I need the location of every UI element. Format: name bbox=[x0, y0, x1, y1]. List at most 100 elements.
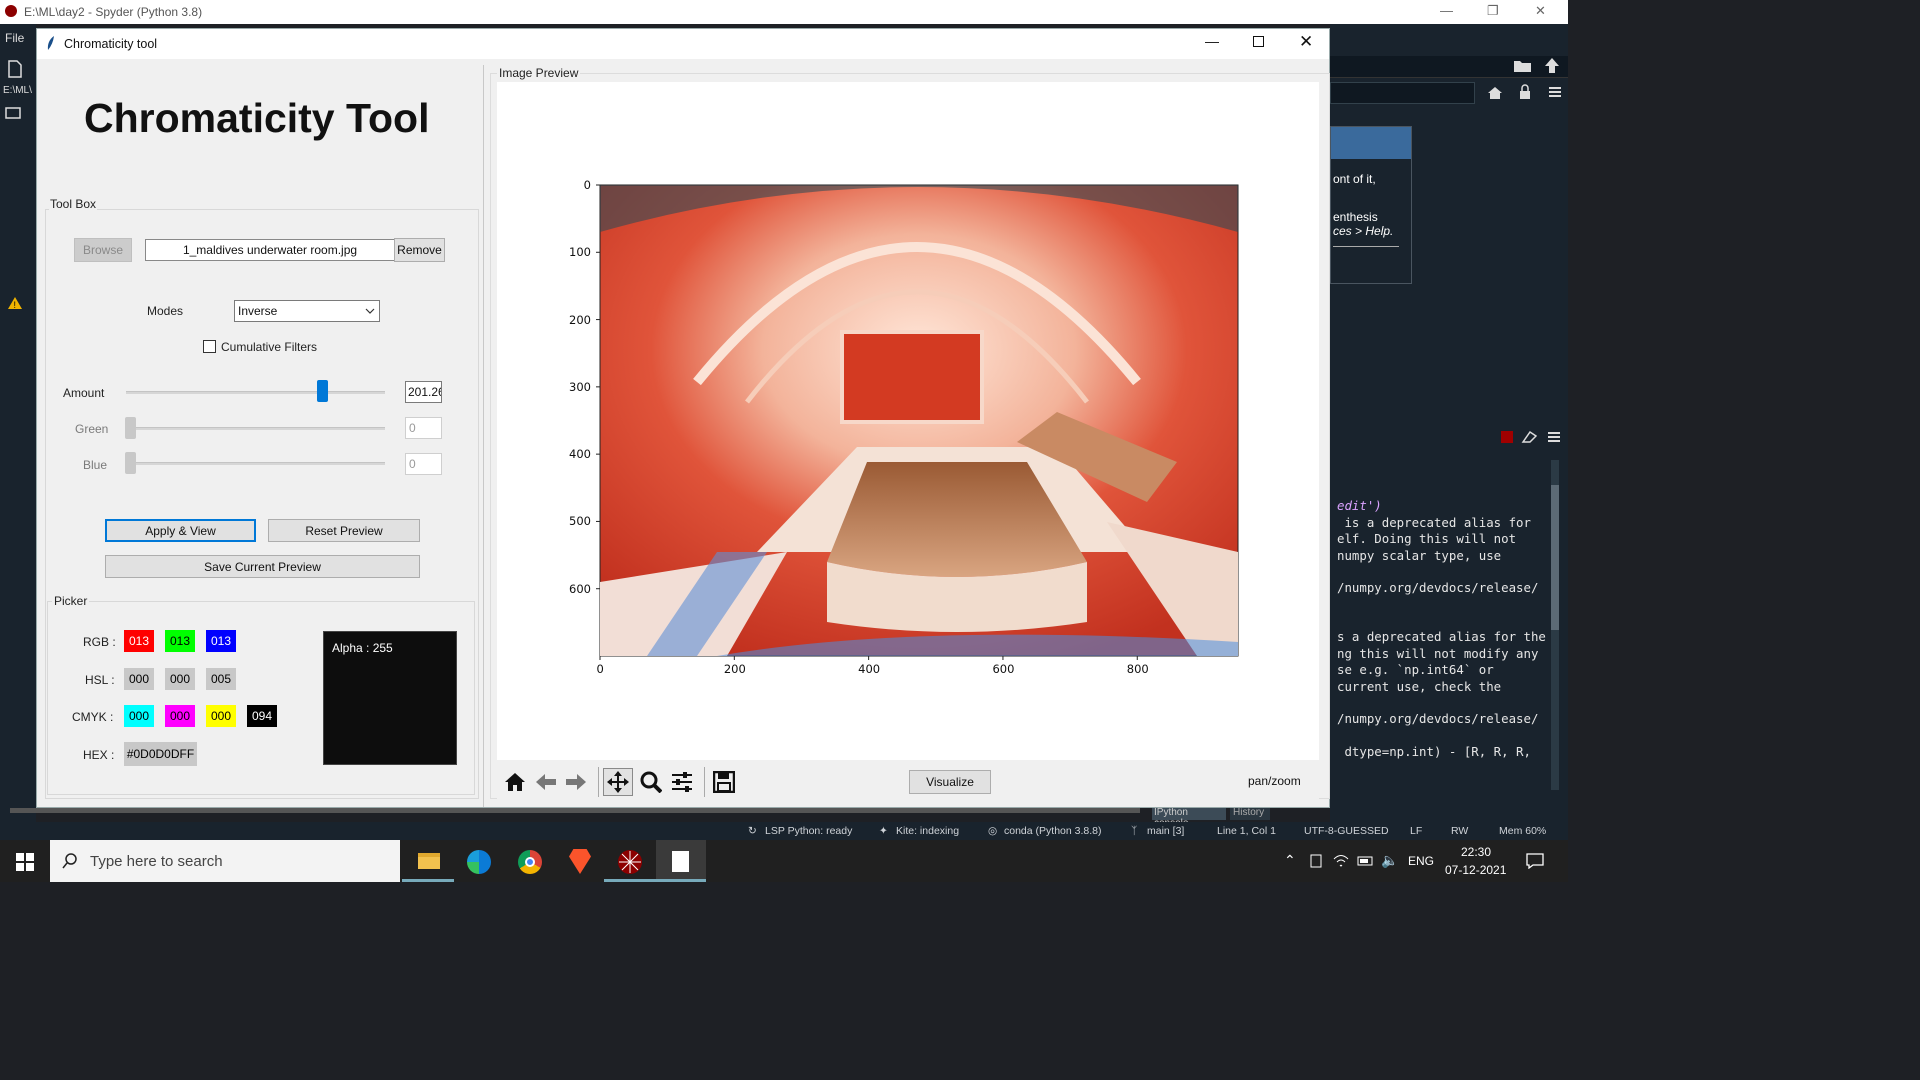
preview-image bbox=[596, 184, 1239, 660]
file-explorer-icon[interactable] bbox=[418, 853, 440, 869]
status-encoding: UTF-8-GUESSED bbox=[1304, 825, 1389, 837]
browse-button[interactable]: Browse bbox=[74, 238, 132, 262]
modes-select[interactable]: Inverse bbox=[234, 300, 380, 322]
lock-icon[interactable] bbox=[1518, 84, 1532, 100]
y-axis bbox=[596, 184, 600, 590]
folder-icon[interactable] bbox=[5, 107, 21, 119]
home-icon[interactable] bbox=[1487, 86, 1503, 100]
tool-titlebar: Chromaticity tool — ✕ bbox=[37, 29, 1329, 59]
language-indicator[interactable]: ENG bbox=[1408, 854, 1434, 868]
apply-view-button[interactable]: Apply & View bbox=[105, 519, 256, 542]
y-tick-label: 300 bbox=[569, 379, 591, 394]
green-label: Green bbox=[75, 422, 109, 436]
save-figure-icon[interactable] bbox=[709, 768, 739, 796]
menu-file[interactable]: File bbox=[5, 31, 24, 45]
modes-selected-value: Inverse bbox=[238, 304, 278, 318]
search-icon bbox=[62, 853, 77, 869]
chrome-icon[interactable] bbox=[518, 850, 542, 874]
status-kite: Kite: indexing bbox=[896, 825, 960, 837]
clock-time[interactable]: 22:30 bbox=[1461, 845, 1491, 859]
stop-icon[interactable] bbox=[1500, 430, 1514, 444]
plot-canvas[interactable] bbox=[497, 82, 1319, 760]
status-lsp-icon: ↻ bbox=[748, 825, 757, 837]
windows-start-icon[interactable] bbox=[16, 853, 34, 871]
tray-app-icon[interactable] bbox=[1309, 854, 1323, 868]
console-line-10: /numpy.org/devdocs/release/ bbox=[1337, 711, 1539, 726]
console-line-11: dtype=np.int) - [R, R, R, bbox=[1337, 744, 1531, 759]
battery-icon[interactable] bbox=[1357, 856, 1375, 866]
wifi-icon[interactable] bbox=[1333, 854, 1349, 868]
spyder-menubar: File bbox=[0, 24, 36, 52]
tool-minimize-button[interactable]: — bbox=[1205, 33, 1219, 49]
spyder-restore-button[interactable]: ❐ bbox=[1487, 3, 1499, 19]
console-line-1: edit') bbox=[1337, 498, 1382, 513]
color-preview-swatch: Alpha : 255 bbox=[323, 631, 457, 765]
pan-icon[interactable] bbox=[603, 768, 633, 796]
console-line-6: s a deprecated alias for the bbox=[1337, 629, 1546, 644]
reset-preview-button[interactable]: Reset Preview bbox=[268, 519, 420, 542]
brave-icon[interactable] bbox=[569, 849, 591, 874]
console-line-3: elf. Doing this will not bbox=[1337, 531, 1517, 546]
console-menu-icon[interactable] bbox=[1547, 431, 1561, 443]
cmyk-label: CMYK : bbox=[72, 710, 114, 724]
tab-ipython-console[interactable]: IPython console bbox=[1152, 806, 1226, 829]
green-slider-handle[interactable] bbox=[125, 417, 136, 439]
hex-value: #0D0D0DFF bbox=[124, 742, 197, 766]
save-preview-button[interactable]: Save Current Preview bbox=[105, 555, 420, 578]
volume-icon[interactable]: 🔈 bbox=[1381, 852, 1398, 869]
spyder-close-button[interactable]: ✕ bbox=[1535, 3, 1546, 19]
chromaticity-tool-window: Chromaticity tool — ✕ Chromaticity Tool … bbox=[36, 28, 1330, 808]
hsl-s-value: 000 bbox=[165, 668, 195, 690]
notification-icon[interactable] bbox=[1526, 853, 1544, 869]
console-line-4: numpy scalar type, use bbox=[1337, 548, 1502, 563]
tool-close-button[interactable]: ✕ bbox=[1299, 32, 1313, 52]
feather-icon bbox=[47, 36, 54, 50]
spyder-taskbar-icon[interactable] bbox=[617, 849, 643, 875]
hamburger-menu-icon[interactable] bbox=[1548, 86, 1562, 98]
spyder-minimize-button[interactable]: — bbox=[1440, 3, 1453, 18]
home-icon[interactable] bbox=[500, 768, 530, 796]
cmyk-c-value: 000 bbox=[124, 705, 154, 727]
nav-mode-label: pan/zoom bbox=[1248, 774, 1301, 788]
tool-maximize-button[interactable] bbox=[1253, 36, 1264, 47]
zoom-icon[interactable] bbox=[636, 768, 666, 796]
spyder-titlebar: E:\ML\day2 - Spyder (Python 3.8) — ❐ ✕ bbox=[0, 0, 1568, 24]
help-line-3: ces > Help. bbox=[1333, 224, 1394, 238]
path-fragment: E:\ML\ bbox=[3, 85, 32, 96]
green-value-field[interactable]: 0 bbox=[405, 417, 442, 439]
green-slider[interactable] bbox=[126, 427, 385, 430]
toolbox-label: Tool Box bbox=[49, 197, 98, 211]
amount-slider[interactable] bbox=[126, 391, 385, 394]
eraser-icon[interactable] bbox=[1521, 430, 1537, 444]
back-arrow-icon[interactable] bbox=[531, 768, 561, 796]
open-folder-icon[interactable] bbox=[1513, 58, 1533, 74]
status-cursor: Line 1, Col 1 bbox=[1217, 825, 1276, 837]
remove-button[interactable]: Remove bbox=[394, 238, 445, 262]
hsl-l-value: 005 bbox=[206, 668, 236, 690]
up-arrow-icon[interactable] bbox=[1544, 56, 1560, 74]
new-file-icon[interactable] bbox=[7, 60, 23, 78]
amount-slider-handle[interactable] bbox=[316, 380, 328, 402]
status-mem: Mem 60% bbox=[1499, 825, 1547, 837]
forward-arrow-icon[interactable] bbox=[561, 768, 591, 796]
blue-slider-handle[interactable] bbox=[125, 452, 136, 474]
amount-value-field[interactable]: 201.26 bbox=[405, 381, 442, 403]
edge-icon[interactable] bbox=[467, 850, 491, 874]
configure-subplots-icon[interactable] bbox=[667, 768, 697, 796]
cumulative-checkbox[interactable] bbox=[203, 340, 216, 353]
blue-value-field[interactable]: 0 bbox=[405, 453, 442, 475]
clock-date[interactable]: 07-12-2021 bbox=[1445, 863, 1506, 877]
help-line-2: enthesis bbox=[1333, 210, 1378, 224]
filename-field[interactable]: 1_maldives underwater room.jpg bbox=[145, 239, 395, 261]
tray-chevron-icon[interactable]: ⌃ bbox=[1284, 852, 1296, 869]
x-axis bbox=[599, 656, 1138, 660]
x-tick-label: 200 bbox=[723, 662, 746, 676]
spyder-right-panel bbox=[1330, 24, 1568, 822]
blue-slider[interactable] bbox=[126, 462, 385, 465]
visualize-button[interactable]: Visualize bbox=[909, 770, 991, 794]
modes-label: Modes bbox=[147, 304, 184, 318]
tab-history[interactable]: History bbox=[1230, 806, 1270, 820]
taskbar-search-box[interactable]: Type here to search bbox=[50, 840, 400, 882]
tool-taskbar-button[interactable] bbox=[656, 840, 706, 882]
status-branch-icon: ᛉ bbox=[1131, 825, 1138, 837]
